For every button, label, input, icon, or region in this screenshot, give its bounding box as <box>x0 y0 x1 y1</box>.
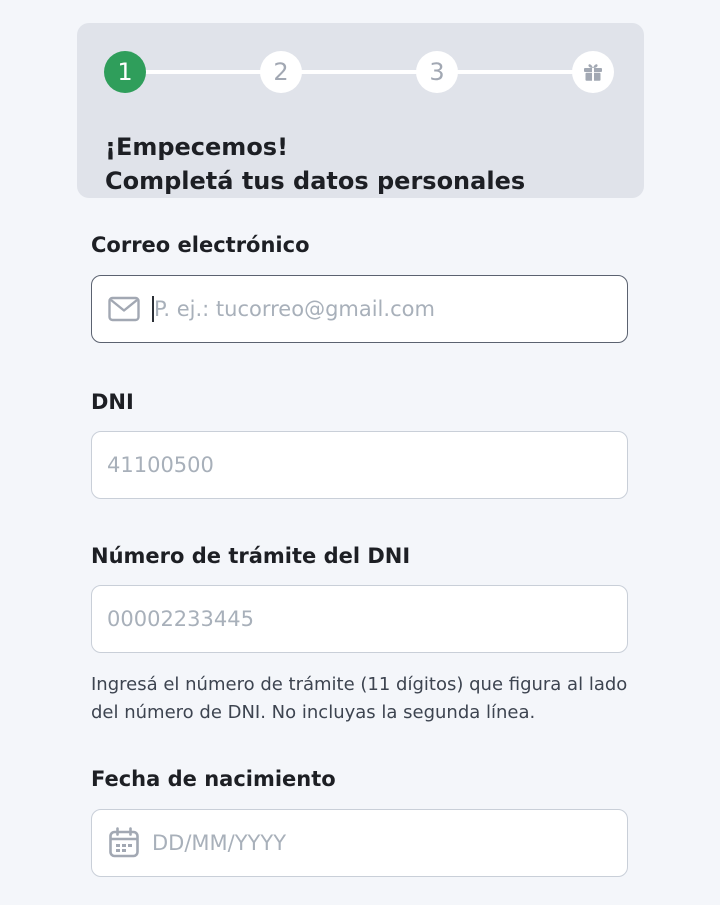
tramite-help-text: Ingresá el número de trámite (11 dígitos… <box>91 674 628 723</box>
step-2: 2 <box>260 51 302 93</box>
progress-stepper: 1 2 3 <box>104 51 616 93</box>
birthdate-label: Fecha de nacimiento <box>91 767 336 791</box>
dni-input-placeholder[interactable]: 41100500 <box>107 453 214 477</box>
step-3-label: 3 <box>429 58 445 86</box>
dni-label: DNI <box>91 390 134 414</box>
step-1-label: 1 <box>117 58 133 86</box>
birthdate-field[interactable]: DD/MM/YYYY <box>91 809 628 877</box>
calendar-icon <box>106 825 142 861</box>
email-label: Correo electrónico <box>91 233 310 257</box>
step-reward <box>572 51 614 93</box>
title-line-2: Completá tus datos personales <box>105 167 526 195</box>
gift-icon <box>584 64 602 81</box>
envelope-icon <box>106 291 142 327</box>
title-line-1: ¡Empecemos! <box>105 133 289 161</box>
tramite-field[interactable]: 00002233445 <box>91 585 628 653</box>
page-title: ¡Empecemos! Completá tus datos personale… <box>105 130 525 198</box>
tramite-label: Número de trámite del DNI <box>91 544 411 568</box>
step-1: 1 <box>104 51 146 93</box>
email-input-placeholder[interactable]: P. ej.: tucorreo@gmail.com <box>154 297 435 321</box>
stepper-track <box>125 70 595 74</box>
step-2-label: 2 <box>273 58 289 86</box>
dni-field[interactable]: 41100500 <box>91 431 628 499</box>
birthdate-input-placeholder[interactable]: DD/MM/YYYY <box>152 831 286 855</box>
onboarding-header-card: 1 2 3 ¡Empecemos! Completá tus datos per… <box>77 23 644 198</box>
email-field[interactable]: P. ej.: tucorreo@gmail.com <box>91 275 628 343</box>
tramite-input-placeholder[interactable]: 00002233445 <box>107 607 254 631</box>
step-3: 3 <box>416 51 458 93</box>
